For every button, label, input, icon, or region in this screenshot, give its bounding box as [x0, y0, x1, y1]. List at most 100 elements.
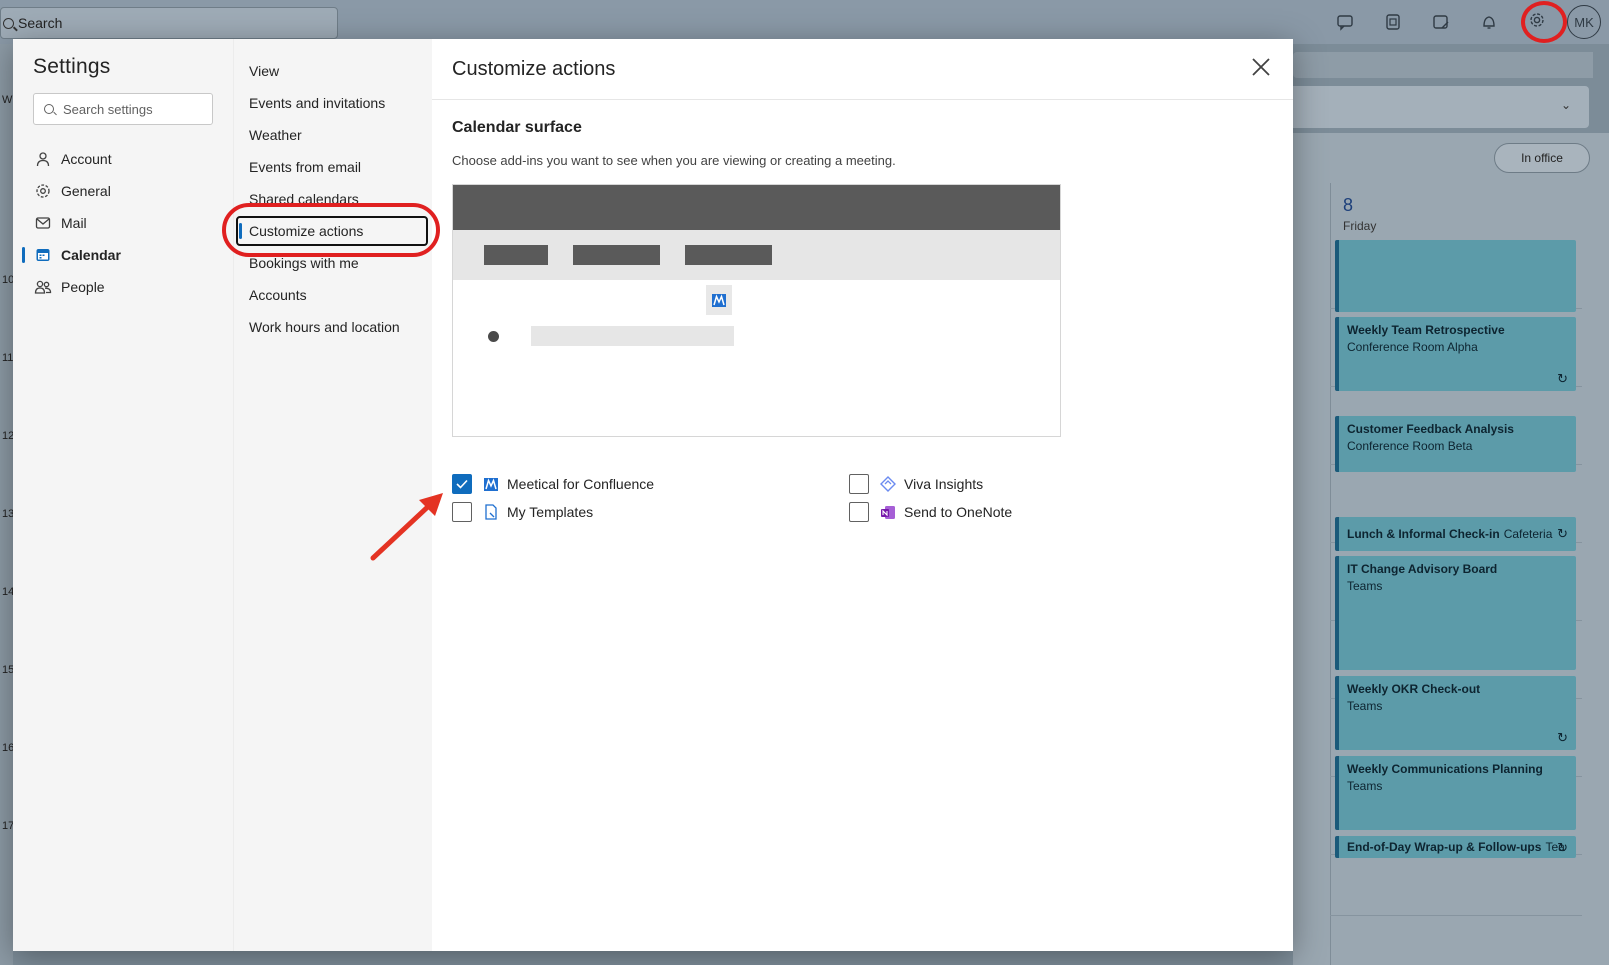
search-icon	[3, 17, 14, 29]
hour-ticks-column: W 10 11 12 13 14 15 16 17	[0, 44, 14, 965]
event-title: End-of-Day Wrap-up & Follow-ups	[1347, 840, 1542, 854]
office-app-icon[interactable]	[1369, 0, 1417, 44]
notes-icon[interactable]	[1417, 0, 1465, 44]
subnav-item-events-from-email[interactable]: Events from email	[234, 151, 432, 183]
calendar-event[interactable]: Customer Feedback Analysis Conference Ro…	[1335, 416, 1576, 472]
checkbox-checked[interactable]	[452, 474, 472, 494]
addin-option-my-templates[interactable]: My Templates	[452, 502, 593, 522]
addin-option-viva-insights[interactable]: Viva Insights	[849, 474, 983, 494]
subnav-item-accounts[interactable]: Accounts	[234, 279, 432, 311]
nav-item-people[interactable]: People	[33, 271, 213, 303]
bell-icon[interactable]	[1465, 0, 1513, 44]
subnav-item-shared-calendars[interactable]: Shared calendars	[234, 183, 432, 215]
nav-item-label: Calendar	[61, 247, 121, 263]
recurring-icon: ↻	[1557, 840, 1568, 855]
addin-option-send-to-onenote[interactable]: Send to OneNote	[849, 502, 1012, 522]
subnav-item-view[interactable]: View	[234, 55, 432, 87]
day-name: Friday	[1343, 219, 1377, 233]
template-icon	[482, 503, 500, 521]
addin-label: Meetical for Confluence	[507, 476, 655, 492]
chevron-down-icon: ⌄	[1560, 98, 1571, 112]
calendar-event[interactable]: Weekly Team Retrospective Conference Roo…	[1335, 317, 1576, 391]
subnav-item-bookings-with-me[interactable]: Bookings with me	[234, 247, 432, 279]
calendar-icon	[34, 246, 52, 264]
panel-title: Customize actions	[452, 57, 616, 80]
subnav-item-customize-actions[interactable]: Customize actions	[234, 215, 432, 247]
settings-gear-button[interactable]	[1513, 0, 1567, 44]
background-toolbar-strip	[1293, 52, 1593, 78]
app-search-box[interactable]: Search	[0, 7, 338, 39]
subnav-item-label: Shared calendars	[249, 191, 359, 207]
calendar-event-block[interactable]	[1335, 240, 1576, 312]
background-dropdown[interactable]: ⌄	[1293, 86, 1589, 128]
gear-icon	[34, 182, 52, 200]
left-partial-label: W	[2, 94, 13, 106]
nav-item-calendar[interactable]: Calendar	[22, 239, 213, 271]
in-office-button[interactable]: In office	[1494, 143, 1590, 173]
preview-text-placeholder	[531, 326, 734, 346]
settings-search-input[interactable]: Search settings	[33, 93, 213, 125]
preview-toolbar-block	[685, 245, 772, 265]
app-topbar: Search MK	[0, 0, 1609, 44]
calendar-event[interactable]: Weekly OKR Check-out Teams ↻	[1335, 676, 1576, 750]
mail-icon	[34, 214, 52, 232]
nav-item-label: Account	[61, 151, 112, 167]
section-title: Calendar surface	[452, 119, 582, 136]
preview-toolbar	[453, 230, 1060, 280]
nav-item-general[interactable]: General	[33, 175, 213, 207]
settings-nav: Account General Mail Calendar People	[22, 143, 213, 303]
panel-header: Customize actions	[432, 39, 1293, 100]
checkbox-unchecked[interactable]	[849, 502, 869, 522]
avatar[interactable]: MK	[1567, 5, 1601, 39]
calendar-event[interactable]: End-of-Day Wrap-up & Follow-ups Tea ↻	[1335, 836, 1576, 858]
chat-icon[interactable]	[1321, 0, 1369, 44]
event-title: Weekly Communications Planning	[1347, 762, 1543, 776]
subnav-item-label: Work hours and location	[249, 319, 400, 335]
app-search-placeholder: Search	[18, 15, 63, 31]
people-icon	[34, 278, 52, 296]
nav-item-mail[interactable]: Mail	[33, 207, 213, 239]
event-title: Lunch & Informal Check-in	[1347, 527, 1500, 541]
preview-addin-icon	[706, 285, 732, 315]
event-location: Teams	[1347, 579, 1383, 593]
nav-item-label: Mail	[61, 215, 87, 231]
subnav-item-label: Accounts	[249, 287, 307, 303]
nav-item-label: People	[61, 279, 105, 295]
settings-title: Settings	[33, 55, 111, 78]
calendar-event[interactable]: Lunch & Informal Check-in Cafeteria ↻	[1335, 517, 1576, 551]
calendar-event[interactable]: IT Change Advisory Board Teams	[1335, 556, 1576, 670]
addin-label: Send to OneNote	[904, 504, 1013, 520]
person-icon	[34, 150, 52, 168]
nav-item-account[interactable]: Account	[33, 143, 213, 175]
search-icon	[44, 104, 54, 114]
subnav-item-label: Bookings with me	[249, 255, 359, 271]
event-location: Cafeteria	[1503, 527, 1553, 541]
calendar-subnav-pane: View Events and invitations Weather Even…	[222, 39, 440, 951]
highlight-circle	[1521, 1, 1567, 43]
day-number[interactable]: 8	[1343, 195, 1353, 216]
addin-option-meetical[interactable]: Meetical for Confluence	[452, 474, 654, 494]
recurring-exception-icon: ↻	[1557, 526, 1568, 541]
customize-actions-panel: Customize actions Calendar surface Choos…	[432, 39, 1293, 951]
close-button[interactable]	[1247, 55, 1275, 83]
subnav-item-label: Weather	[249, 127, 302, 143]
nav-item-label: General	[61, 183, 111, 199]
event-title: Customer Feedback Analysis	[1347, 422, 1514, 436]
subnav-item-work-hours-and-location[interactable]: Work hours and location	[234, 311, 432, 343]
event-location: Conference Room Alpha	[1347, 340, 1478, 354]
hour-tick: 11	[2, 352, 14, 364]
settings-nav-pane: Settings Search settings Account General	[13, 39, 233, 951]
subnav-item-events-and-invitations[interactable]: Events and invitations	[234, 87, 432, 119]
calendar-subnav: View Events and invitations Weather Even…	[234, 55, 432, 343]
preview-toolbar-block	[484, 245, 548, 265]
event-title: IT Change Advisory Board	[1347, 562, 1498, 576]
subnav-item-weather[interactable]: Weather	[234, 119, 432, 151]
checkbox-unchecked[interactable]	[849, 474, 869, 494]
checkbox-unchecked[interactable]	[452, 502, 472, 522]
recurring-icon: ↻	[1557, 371, 1568, 386]
onenote-icon	[879, 503, 897, 521]
preview-header-bar	[453, 185, 1060, 230]
calendar-surface-preview	[452, 184, 1061, 437]
focus-outline	[236, 216, 428, 246]
calendar-event[interactable]: Weekly Communications Planning Teams	[1335, 756, 1576, 830]
